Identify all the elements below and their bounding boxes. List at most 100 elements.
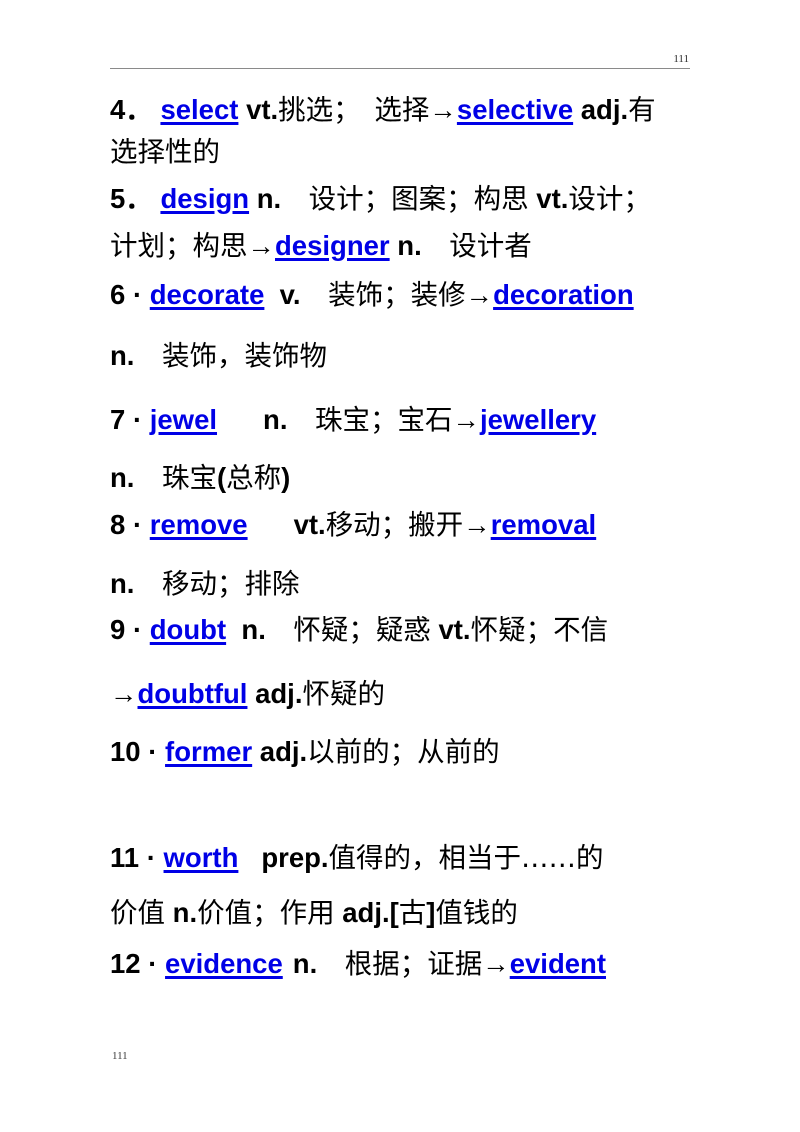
- part-of-speech: n.: [110, 568, 135, 599]
- text-space: [142, 404, 150, 435]
- derivation-arrow-icon: →: [465, 279, 494, 310]
- entry-line: 5． design n. 设计；图案；构思 vt.设计；: [110, 185, 695, 232]
- entry-line: 7 · jewel n. 珠宝；宝石→jewellery: [110, 406, 695, 464]
- part-of-speech: adj.: [580, 94, 629, 125]
- part-of-speech: prep.: [261, 842, 329, 873]
- chinese-gloss: 装饰，装饰物: [134, 340, 327, 372]
- entry-line: n. 移动；排除: [110, 570, 695, 616]
- vocabulary-entry-worth: 11 · worth prep.值得的，相当于……的 价值 n.价值；作用 adj…: [110, 844, 695, 950]
- entry-line: 选择性的: [110, 138, 695, 185]
- headword-link-doubtful[interactable]: doubtful: [138, 678, 248, 709]
- text-space: [125, 279, 133, 310]
- vocabulary-entry-former: 10 · former adj.以前的；从前的: [110, 738, 695, 844]
- headword-link-remove[interactable]: remove: [150, 509, 248, 540]
- chinese-gloss: 珠宝: [134, 462, 217, 494]
- text-space: [226, 614, 241, 645]
- part-of-speech: adj.: [255, 678, 303, 709]
- entry-line: 8 · remove vt.移动；搬开→removal: [110, 511, 695, 570]
- chinese-gloss: 怀疑；不信: [470, 614, 609, 646]
- footer-page-number: 111: [112, 1050, 128, 1062]
- part-of-speech: adj.[: [342, 897, 399, 928]
- vocabulary-entry-design: 5． design n. 设计；图案；构思 vt.设计； 计划；构思→design…: [110, 185, 695, 281]
- headword-link-selective[interactable]: selective: [457, 94, 573, 125]
- vocabulary-entry-evidence: 12 · evidence n. 根据；证据→evident: [110, 950, 695, 1000]
- part-of-speech: n.: [110, 462, 135, 493]
- headword-link-removal[interactable]: removal: [491, 509, 596, 540]
- derivation-arrow-icon: →: [463, 509, 491, 540]
- derivation-arrow-icon: →: [482, 948, 510, 979]
- derivation-arrow-icon: →: [452, 404, 480, 435]
- part-of-speech: vt.: [246, 94, 279, 125]
- header-divider: [110, 68, 690, 69]
- headword-link-design[interactable]: design: [160, 183, 249, 214]
- headword-link-former[interactable]: former: [165, 736, 252, 767]
- entry-line: 9 · doubt n. 怀疑；疑惑 vt.怀疑；不信: [110, 616, 695, 680]
- entry-number-separator: ·: [146, 842, 156, 873]
- entry-number: 8: [110, 509, 126, 540]
- entry-number-separator: ·: [132, 509, 143, 540]
- part-of-speech: ): [281, 462, 291, 493]
- part-of-speech: vt.: [293, 509, 326, 540]
- text-space: [142, 614, 150, 645]
- derivation-arrow-icon: →: [429, 94, 457, 125]
- entry-number: 5: [110, 183, 126, 214]
- derivation-arrow-icon: →: [110, 678, 138, 709]
- chinese-gloss: 有: [628, 94, 656, 126]
- chinese-gloss: 设计；: [568, 183, 651, 215]
- text-space: [165, 897, 173, 928]
- text-space: [142, 509, 150, 540]
- chinese-gloss: 值得的，相当于……的: [328, 842, 604, 874]
- chinese-gloss: 装饰；装修: [300, 279, 466, 311]
- headword-link-evidence[interactable]: evidence: [165, 948, 283, 979]
- entry-line: 11 · worth prep.值得的，相当于……的: [110, 844, 695, 899]
- chinese-gloss: 设计；图案；构思: [281, 183, 529, 215]
- text-space: [125, 509, 133, 540]
- entry-line: 12 · evidence n. 根据；证据→evident: [110, 950, 695, 1000]
- chinese-gloss: 价值；作用: [197, 897, 335, 929]
- entry-number-separator: ·: [132, 614, 143, 645]
- headword-link-worth[interactable]: worth: [164, 842, 239, 873]
- text-space: [139, 842, 147, 873]
- part-of-speech: n.: [241, 614, 266, 645]
- document-page: 111 4． select vt.挑选； 选择→selective adj.有选…: [0, 0, 800, 1132]
- entry-number: 9: [110, 614, 126, 645]
- text-space: [125, 404, 133, 435]
- entry-number: 11: [110, 842, 140, 873]
- entry-line: 4． select vt.挑选； 选择→selective adj.有: [110, 96, 695, 138]
- entry-line: 计划；构思→designer n. 设计者: [110, 232, 695, 281]
- headword-link-jewel[interactable]: jewel: [150, 404, 217, 435]
- text-space: [156, 842, 164, 873]
- entry-number-separator: ．: [125, 94, 153, 125]
- chinese-gloss: 移动；搬开: [325, 509, 464, 541]
- vocabulary-entry-jewel: 7 · jewel n. 珠宝；宝石→jewellery n. 珠宝(总称): [110, 406, 695, 511]
- entry-number: 6: [110, 279, 126, 310]
- headword-link-select[interactable]: select: [160, 94, 238, 125]
- chinese-gloss: 值钱的: [435, 897, 518, 929]
- part-of-speech: n.: [172, 897, 198, 928]
- headword-link-designer[interactable]: designer: [275, 230, 390, 261]
- headword-link-jewellery[interactable]: jewellery: [480, 404, 596, 435]
- text-space: [249, 183, 257, 214]
- headword-link-doubt[interactable]: doubt: [150, 614, 226, 645]
- part-of-speech: n.: [292, 948, 318, 979]
- headword-link-evident[interactable]: evident: [510, 948, 606, 979]
- headword-link-decoration[interactable]: decoration: [493, 279, 634, 310]
- chinese-gloss: 设计者: [421, 230, 532, 262]
- part-of-speech: adj.: [259, 736, 308, 767]
- vocabulary-entry-remove: 8 · remove vt.移动；搬开→removal n. 移动；排除: [110, 511, 695, 616]
- chinese-gloss: 总称: [226, 462, 282, 494]
- entry-line: n. 装饰，装饰物: [110, 342, 695, 406]
- part-of-speech: vt.: [536, 183, 569, 214]
- chinese-gloss: 计划；构思: [110, 230, 248, 262]
- derivation-arrow-icon: →: [247, 230, 276, 261]
- vocabulary-entry-decorate: 6 · decorate v. 装饰；装修→decoration n. 装饰，装饰…: [110, 281, 695, 406]
- entry-number: 10: [110, 736, 141, 767]
- text-space: [573, 94, 581, 125]
- entry-number: 7: [110, 404, 126, 435]
- headword-link-decorate[interactable]: decorate: [150, 279, 265, 310]
- text-space: [238, 94, 246, 125]
- text-space: [125, 614, 133, 645]
- part-of-speech: vt.: [438, 614, 471, 645]
- entry-line: 6 · decorate v. 装饰；装修→decoration: [110, 281, 695, 342]
- chinese-gloss: 怀疑的: [302, 678, 385, 710]
